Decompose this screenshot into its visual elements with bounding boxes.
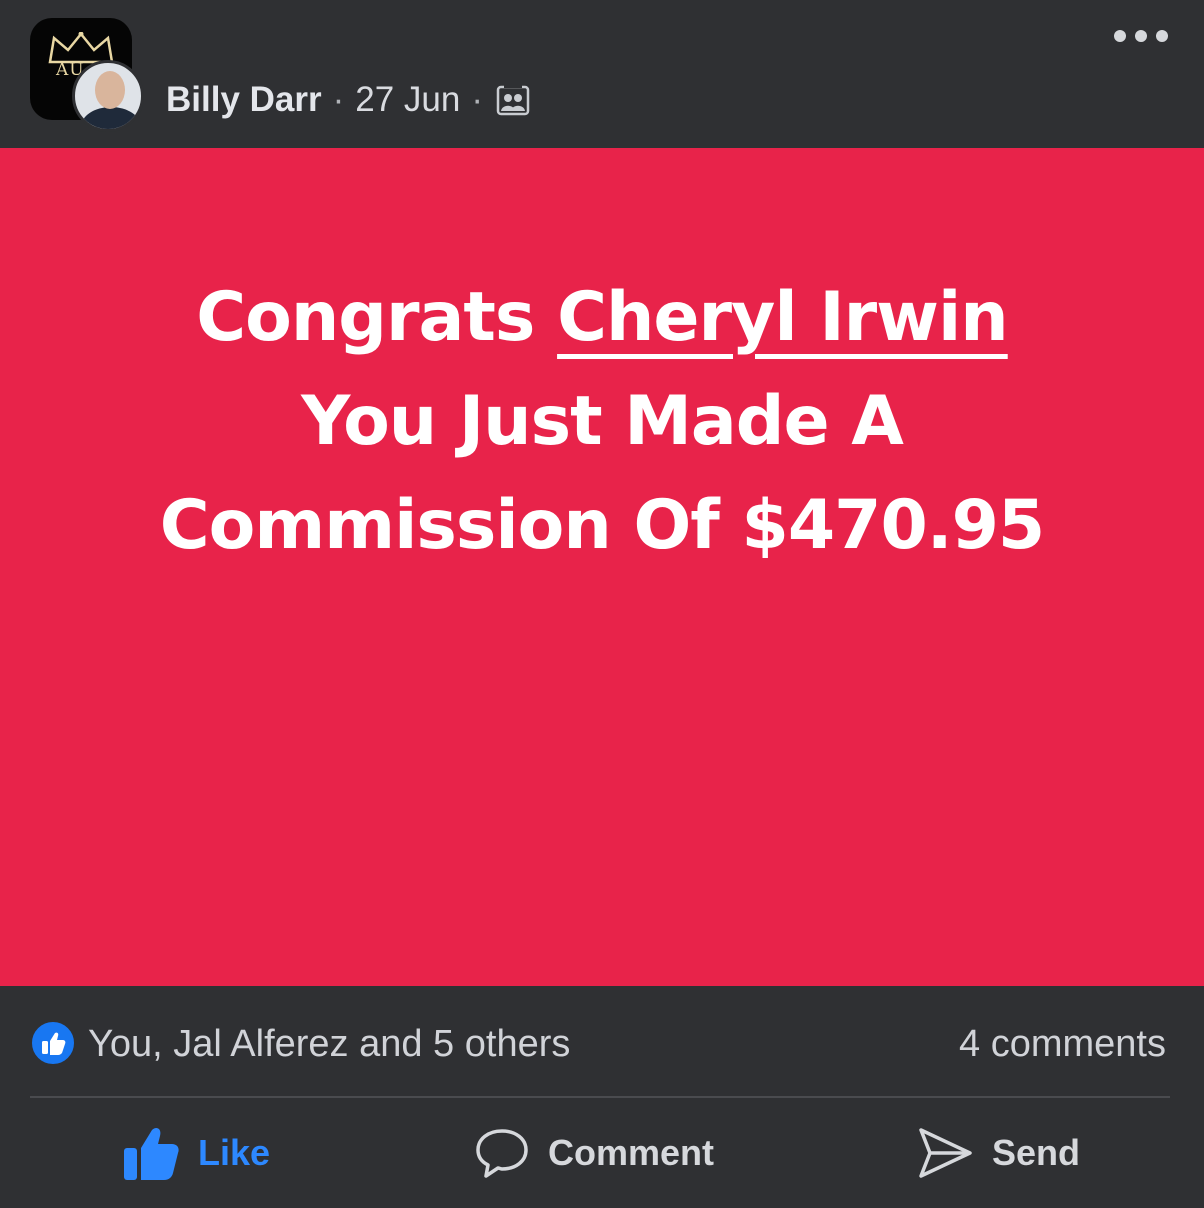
more-options-icon[interactable] (1114, 26, 1168, 46)
comment-label: Comment (548, 1132, 715, 1173)
post-date[interactable]: 27 Jun (355, 78, 460, 122)
post-line-1: Congrats Cheryl Irwin (0, 266, 1204, 370)
tagged-person-link[interactable]: Cheryl Irwin (557, 278, 1009, 357)
author-avatar[interactable] (72, 60, 144, 132)
like-button[interactable]: Like (122, 1122, 270, 1184)
like-reaction-icon[interactable] (30, 1020, 76, 1066)
author-name[interactable]: Billy Darr (166, 78, 322, 122)
post-header (0, 0, 1204, 148)
post-line-2: You Just Made A (301, 382, 904, 461)
send-label: Send (992, 1132, 1081, 1173)
send-button[interactable]: Send (916, 1122, 1080, 1184)
speech-bubble-icon (476, 1129, 528, 1178)
thumbs-up-icon (124, 1128, 179, 1180)
avatar-head (95, 71, 125, 109)
post-message: Congrats Cheryl Irwin You Just Made A Co… (0, 266, 1204, 578)
post-meta: Billy Darr · 27 Jun · (166, 78, 530, 122)
like-label: Like (198, 1132, 271, 1173)
comment-button[interactable]: Comment (474, 1122, 714, 1184)
post-line-3: Commission Of $470.95 (159, 486, 1045, 565)
thumbs-up-icon (42, 1032, 66, 1055)
send-arrow-icon (919, 1128, 972, 1178)
more-dot (1135, 30, 1147, 42)
reaction-summary[interactable]: You, Jal Alferez and 5 others (88, 1020, 570, 1068)
congrats-text: Congrats (196, 278, 535, 357)
meta-separator: · (332, 80, 345, 119)
avatar-shoulders (81, 107, 141, 129)
footer-divider (30, 1096, 1170, 1098)
more-dot (1156, 30, 1168, 42)
more-dot (1114, 30, 1126, 42)
meta-separator: · (471, 80, 484, 119)
group-audience-icon (496, 84, 530, 116)
comment-count[interactable]: 4 comments (959, 1020, 1166, 1068)
